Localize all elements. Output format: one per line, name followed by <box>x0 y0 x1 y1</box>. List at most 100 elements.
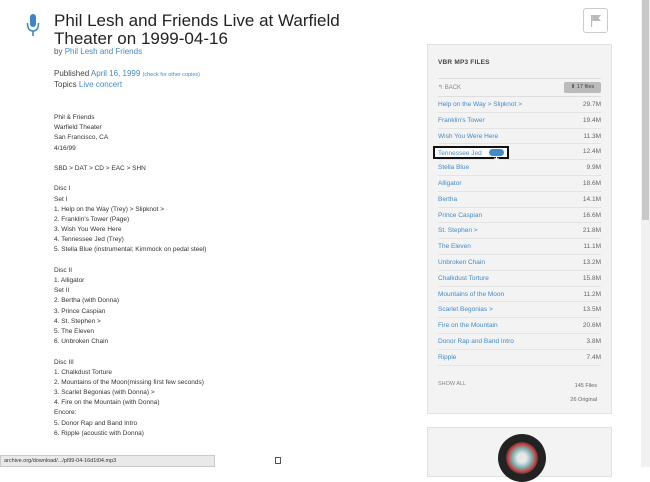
check-other-copies-link[interactable]: (check for other copies) <box>143 72 200 78</box>
track-size: 18.6M <box>582 179 601 187</box>
track-row[interactable]: Donor Rap and Band Intro 3.8M <box>428 334 613 350</box>
description-line: Encore: <box>54 409 77 417</box>
collection-logo[interactable] <box>498 434 546 482</box>
description-line: 1. Chalkdust Torture <box>54 368 113 376</box>
published-date-link[interactable]: April 16, 1999 <box>91 69 140 78</box>
description-line: 6. Ripple (acoustic with Donna) <box>54 429 144 437</box>
track-name-link[interactable]: Mountains of the Moon <box>438 291 504 298</box>
track-name-link[interactable]: Franklin's Tower <box>438 117 485 124</box>
flag-icon <box>591 15 601 27</box>
track-row[interactable]: Bertha 14.1M <box>428 192 613 208</box>
total-files-count: 145 Files <box>574 383 597 389</box>
track-row[interactable]: Fire on the Mountain 20.6M <box>428 318 613 334</box>
back-button[interactable]: ↰ BACK <box>438 84 461 91</box>
download-icon: ⬇ <box>570 84 576 90</box>
published-row: Published April 16, 1999 (check for othe… <box>54 69 200 78</box>
track-name-link[interactable]: Donor Rap and Band Intro <box>438 338 514 345</box>
track-row[interactable]: Prince Caspian 16.6M <box>428 208 613 224</box>
track-name-link[interactable]: Unbroken Chain <box>438 259 485 266</box>
track-row[interactable]: Wish You Were Here 11.3M <box>428 129 613 145</box>
topic-link[interactable]: Live concert <box>79 80 122 89</box>
track-size: 20.6M <box>582 322 601 330</box>
description-line <box>54 154 384 164</box>
track-size: 3.8M <box>586 337 601 345</box>
track-name-link[interactable]: Help on the Way > Slipknot > <box>438 101 522 108</box>
description-line: 6. Unbroken Chain <box>54 338 109 346</box>
track-row[interactable]: Unbroken Chain 13.2M <box>428 255 613 271</box>
track-row[interactable]: The Eleven 11.1M <box>428 239 613 255</box>
by-prefix: by <box>54 47 63 56</box>
description-line: Disc I <box>54 185 71 193</box>
highlighted-track[interactable]: Tennessee Jed <box>433 146 509 161</box>
track-row[interactable]: Ripple 7.4M <box>428 350 613 366</box>
description-line: 4. St. Stephen > <box>54 317 101 325</box>
track-name-link[interactable]: St. Stephen > <box>438 227 478 234</box>
description-line <box>54 256 384 266</box>
track-size: 11.2M <box>583 290 601 298</box>
description-line: 1. Help on the Way (Trey) > Slipknot > <box>54 205 165 213</box>
track-name-link[interactable]: Scarlet Begonias > <box>438 306 493 313</box>
description-line <box>54 174 384 184</box>
description-line: 4/16/99 <box>54 144 76 152</box>
track-size: 13.2M <box>582 258 601 266</box>
track-row[interactable]: Stella Blue 9.9M <box>428 160 613 176</box>
highlighted-track-name[interactable]: Tennessee Jed <box>438 150 482 157</box>
track-name-link[interactable]: Stella Blue <box>438 164 469 171</box>
arrow-down-icon <box>494 156 499 161</box>
track-size: 13.5M <box>582 306 601 314</box>
track-name-link[interactable]: The Eleven <box>438 243 471 250</box>
track-size: 11.3M <box>583 132 601 140</box>
page-scrollbar[interactable] <box>641 0 650 467</box>
track-row[interactable]: Alligator 18.6M <box>428 176 613 192</box>
description-line: 4. Fire on the Mountain (with Donna) <box>54 399 160 407</box>
track-name-link[interactable]: Prince Caspian <box>438 212 482 219</box>
byline: by Phil Lesh and Friends <box>54 47 142 56</box>
description-line: San Francisco, CA <box>54 134 109 142</box>
download-track-icon[interactable] <box>489 149 504 161</box>
description-line: 2. Franklin's Tower (Page) <box>54 215 130 223</box>
published-label: Published <box>54 69 90 78</box>
description-line: 2. Mountains of the Moon(missing first f… <box>54 378 204 386</box>
track-name-link[interactable]: Bertha <box>438 196 457 203</box>
divider <box>438 364 601 366</box>
description-line: 5. Donor Rap and Band Intro <box>54 419 138 427</box>
track-row[interactable]: Franklin's Tower 19.4M <box>428 113 613 129</box>
track-size: 16.6M <box>582 211 601 219</box>
scrollbar-thumb[interactable] <box>642 0 649 220</box>
track-name-link[interactable]: Wish You Were Here <box>438 133 498 140</box>
creator-link[interactable]: Phil Lesh and Friends <box>65 47 142 56</box>
track-size: 12.4M <box>582 148 601 156</box>
files-count: 17 files <box>576 84 595 90</box>
description-line: Warfield Theater <box>54 124 102 132</box>
track-list: Help on the Way > Slipknot > 29.7M Frankli… <box>428 97 613 366</box>
track-size: 19.4M <box>582 116 601 124</box>
collection-panel <box>427 427 612 482</box>
description-line <box>54 347 384 357</box>
track-size: 7.4M <box>586 353 601 361</box>
flag-button[interactable] <box>583 8 608 33</box>
description-line: 4. Tennessee Jed (Trey) <box>54 236 124 244</box>
show-all-link[interactable]: SHOW ALL <box>438 381 466 387</box>
track-row[interactable]: Mountains of the Moon 11.2M <box>428 287 613 303</box>
description-line: 3. Scarlet Begonias (with Donna) > <box>54 389 155 397</box>
description-line: Phil & Friends <box>54 114 95 121</box>
description-line: 1. Alligator <box>54 277 85 284</box>
original-files-count: 26 Original <box>570 397 597 403</box>
track-name-link[interactable]: Ripple <box>438 354 456 361</box>
description-line: 5. The Eleven <box>54 327 94 335</box>
description-line: 3. Wish You Were Here <box>54 226 122 234</box>
files-count-badge[interactable]: ⬇ 17 files <box>564 82 601 93</box>
description-line: 3. Prince Caspian <box>54 307 106 315</box>
track-name-link[interactable]: Chalkdust Torture <box>438 275 489 282</box>
track-row[interactable]: Scarlet Begonias > 13.5M <box>428 302 613 319</box>
track-row[interactable]: St. Stephen > 21.8M <box>428 223 613 240</box>
description-line: SBD > DAT > CD > EAC > SHN <box>54 164 146 172</box>
page-title: Phil Lesh and Friends Live at Warfield T… <box>54 11 340 48</box>
track-name-link[interactable]: Alligator <box>438 180 461 187</box>
track-size: 21.8M <box>582 227 601 235</box>
description-line: Disc III <box>54 358 74 366</box>
track-name-link[interactable]: Fire on the Mountain <box>438 322 498 329</box>
track-row[interactable]: Chalkdust Torture 15.8M <box>428 271 613 287</box>
track-row[interactable]: Help on the Way > Slipknot > 29.7M <box>428 97 613 113</box>
topics-label: Topics <box>54 80 77 89</box>
